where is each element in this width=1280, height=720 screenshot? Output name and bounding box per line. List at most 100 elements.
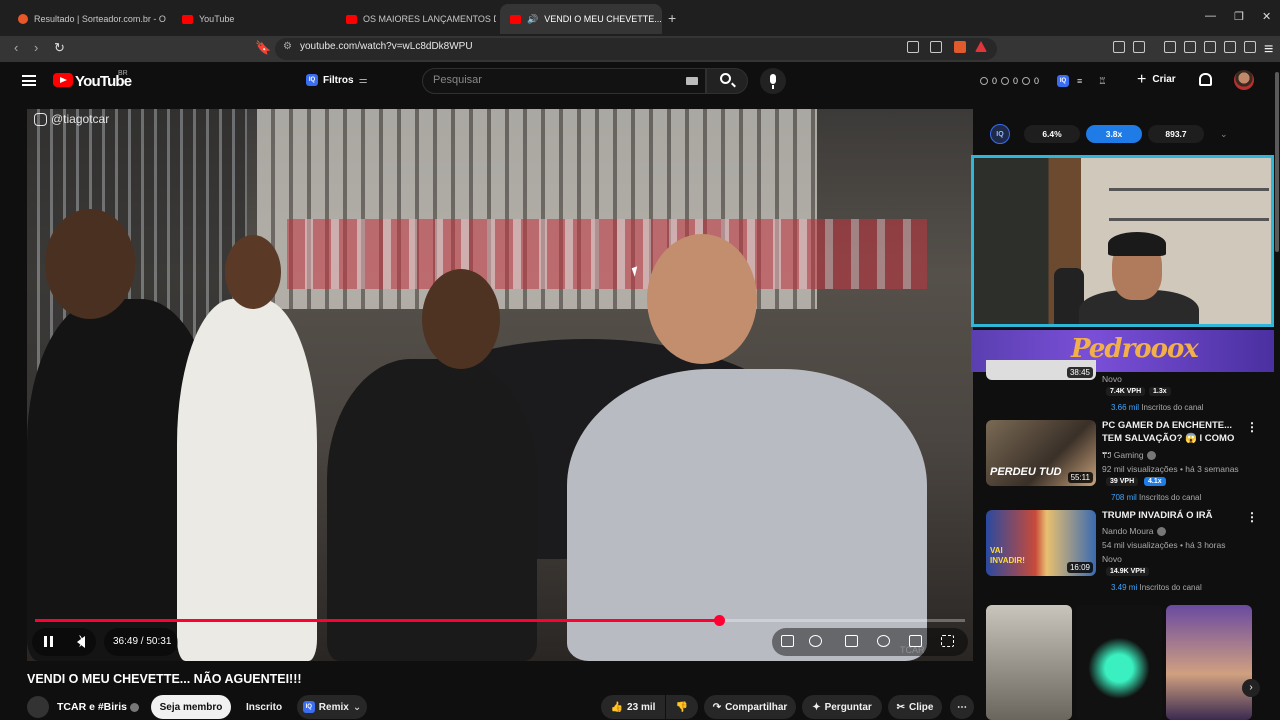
short-thumbnail[interactable]: [1166, 605, 1252, 720]
create-button[interactable]: + Criar: [1137, 71, 1176, 87]
tab-sorteador[interactable]: Resultado | Sorteador.com.br - O Site: [8, 6, 168, 32]
sliders-icon: ⚌: [358, 74, 368, 86]
url-text[interactable]: youtube.com/watch?v=wLc8dDk8WPU: [300, 41, 473, 52]
tab-lancamentos[interactable]: OS MAIORES LANÇAMENTOS DO CI: [336, 6, 496, 32]
list-icon[interactable]: ≡: [1077, 76, 1082, 86]
chevron-down-icon[interactable]: ⌄: [1220, 129, 1228, 140]
forward-icon[interactable]: ›: [34, 40, 38, 55]
filters-button[interactable]: IQ Filtros ⚌: [306, 74, 368, 86]
like-button[interactable]: 👍 23 mil: [601, 695, 665, 719]
pause-icon[interactable]: [44, 636, 53, 647]
ai-icon[interactable]: [1224, 41, 1236, 53]
site-info-icon[interactable]: ⚙: [283, 41, 292, 52]
maximize-icon[interactable]: ❐: [1234, 10, 1244, 23]
fullscreen-icon[interactable]: [941, 635, 954, 647]
more-options-icon[interactable]: ⋮: [1246, 420, 1258, 434]
iq-player-icon[interactable]: [781, 635, 794, 647]
media-icon[interactable]: [1164, 41, 1176, 53]
subscribed-button[interactable]: Inscrito: [237, 695, 291, 719]
minimize-icon[interactable]: —: [1205, 10, 1216, 22]
account-avatar[interactable]: [1234, 70, 1254, 90]
player-right-controls: [772, 628, 968, 656]
chevron-down-icon: ⌄: [352, 701, 362, 713]
autoplay-toggle-icon[interactable]: [809, 635, 822, 647]
video-progress-bar[interactable]: [35, 615, 965, 626]
recommendation-channel[interactable]: TJ Gaming: [1102, 450, 1156, 460]
filters-label: Filtros: [323, 74, 354, 86]
voice-search-icon[interactable]: [760, 68, 786, 94]
create-label: Criar: [1152, 74, 1176, 85]
thumbnail-text: PERDEU TUD: [990, 466, 1062, 478]
extension-stats: 0 0 0 IQ ≡ ♖: [980, 75, 1106, 87]
tab-youtube[interactable]: YouTube: [172, 6, 332, 32]
progress-scrubber[interactable]: [713, 615, 725, 626]
video-time: 36:49 / 50:31: [113, 636, 172, 647]
search-icon[interactable]: [720, 73, 731, 84]
vpn-icon[interactable]: [1244, 41, 1256, 53]
ask-button[interactable]: ✦ Perguntar: [802, 695, 882, 719]
close-window-icon[interactable]: ✕: [1262, 10, 1271, 23]
dislike-button[interactable]: 👎: [666, 695, 698, 719]
recommendation-thumbnail[interactable]: VAI INVADIR! 16:09: [986, 510, 1096, 576]
short-thumbnail[interactable]: [1076, 605, 1162, 720]
tab-chevette[interactable]: 🔊 VENDI O MEU CHEVETTE... N ✕: [500, 4, 662, 34]
clip-button[interactable]: ✂ Clipe: [888, 695, 942, 719]
channel-name[interactable]: TCAR e #Biris: [57, 701, 140, 713]
wallet-icon[interactable]: [1204, 41, 1216, 53]
settings-gear-icon[interactable]: [877, 635, 890, 647]
volume-icon[interactable]: [77, 633, 85, 648]
share-page-icon[interactable]: [930, 41, 942, 53]
sparkle-icon: ✦: [812, 701, 821, 713]
notifications-bell-icon[interactable]: [1199, 73, 1212, 86]
new-tab-button[interactable]: +: [668, 10, 676, 26]
extension-icon[interactable]: [1133, 41, 1145, 53]
reload-icon[interactable]: ↻: [54, 40, 65, 56]
bookmark-icon[interactable]: 🔖: [255, 40, 271, 56]
back-icon[interactable]: ‹: [14, 40, 18, 55]
video-player[interactable]: [27, 109, 973, 661]
iq-metric-multiplier: 3.8x: [1086, 125, 1142, 143]
speaker-icon: 🔊: [527, 13, 539, 24]
remix-button[interactable]: IQ Remix ⌄: [297, 695, 367, 719]
chevron-right-icon[interactable]: ›: [1242, 679, 1260, 697]
youtube-favicon-icon: [510, 14, 521, 24]
more-actions-button[interactable]: ⋯: [950, 695, 974, 719]
more-icon: ⋯: [957, 701, 967, 713]
hamburger-menu-icon[interactable]: [22, 75, 36, 86]
recommendation-meta: Novo: [1102, 374, 1122, 384]
instagram-handle: @tiagotcar: [51, 112, 110, 126]
browser-menu-icon[interactable]: ≡: [1264, 41, 1276, 58]
video-frame-person: [647, 234, 757, 364]
iq-metrics-bar: IQ 6.4% 3.8x 893.7 ⌄: [990, 121, 1250, 147]
short-thumbnail[interactable]: [986, 605, 1072, 720]
keyboard-icon[interactable]: [686, 77, 698, 85]
corner-watermark: TCAR: [900, 645, 925, 655]
trophy-icon[interactable]: ♖: [1098, 76, 1106, 87]
iq-icon[interactable]: IQ: [1057, 75, 1070, 87]
tab-title: VENDI O MEU CHEVETTE... N: [544, 14, 662, 24]
channel-avatar[interactable]: [27, 696, 49, 718]
sidebar-icon[interactable]: [1184, 41, 1196, 53]
iq-icon[interactable]: IQ: [990, 124, 1010, 144]
recommendation-thumbnail[interactable]: PERDEU TUD 55:11: [986, 420, 1096, 486]
recommendation-channel[interactable]: Nando Moura: [1102, 526, 1166, 536]
vph-badge: 7.4K VPH: [1106, 387, 1146, 396]
recommendation-title[interactable]: TRUMP INVADIRÁ O IRÃ: [1102, 509, 1236, 522]
recommendation-meta: 54 mil visualizações • há 3 horas: [1102, 540, 1226, 550]
cast-icon[interactable]: [907, 41, 919, 53]
share-icon: ↷: [712, 701, 722, 713]
ask-label: Perguntar: [824, 701, 872, 713]
multiplier-badge: 1.3x: [1149, 387, 1171, 396]
youtube-favicon-icon: [182, 14, 193, 24]
scrollbar-thumb[interactable]: [1275, 72, 1279, 252]
subtitles-icon[interactable]: [845, 635, 858, 647]
brave-rewards-icon[interactable]: [975, 41, 987, 52]
extension-icon[interactable]: [1113, 41, 1125, 53]
share-button[interactable]: ↷ Compartilhar: [704, 695, 796, 719]
brave-shield-icon[interactable]: [954, 41, 966, 53]
recommendation-thumbnail[interactable]: 38:45: [986, 360, 1096, 380]
join-button[interactable]: Seja membro: [151, 695, 231, 719]
more-options-icon[interactable]: ⋮: [1246, 510, 1258, 524]
stat-value: 0: [992, 76, 998, 86]
youtube-logo-icon[interactable]: [53, 73, 73, 87]
